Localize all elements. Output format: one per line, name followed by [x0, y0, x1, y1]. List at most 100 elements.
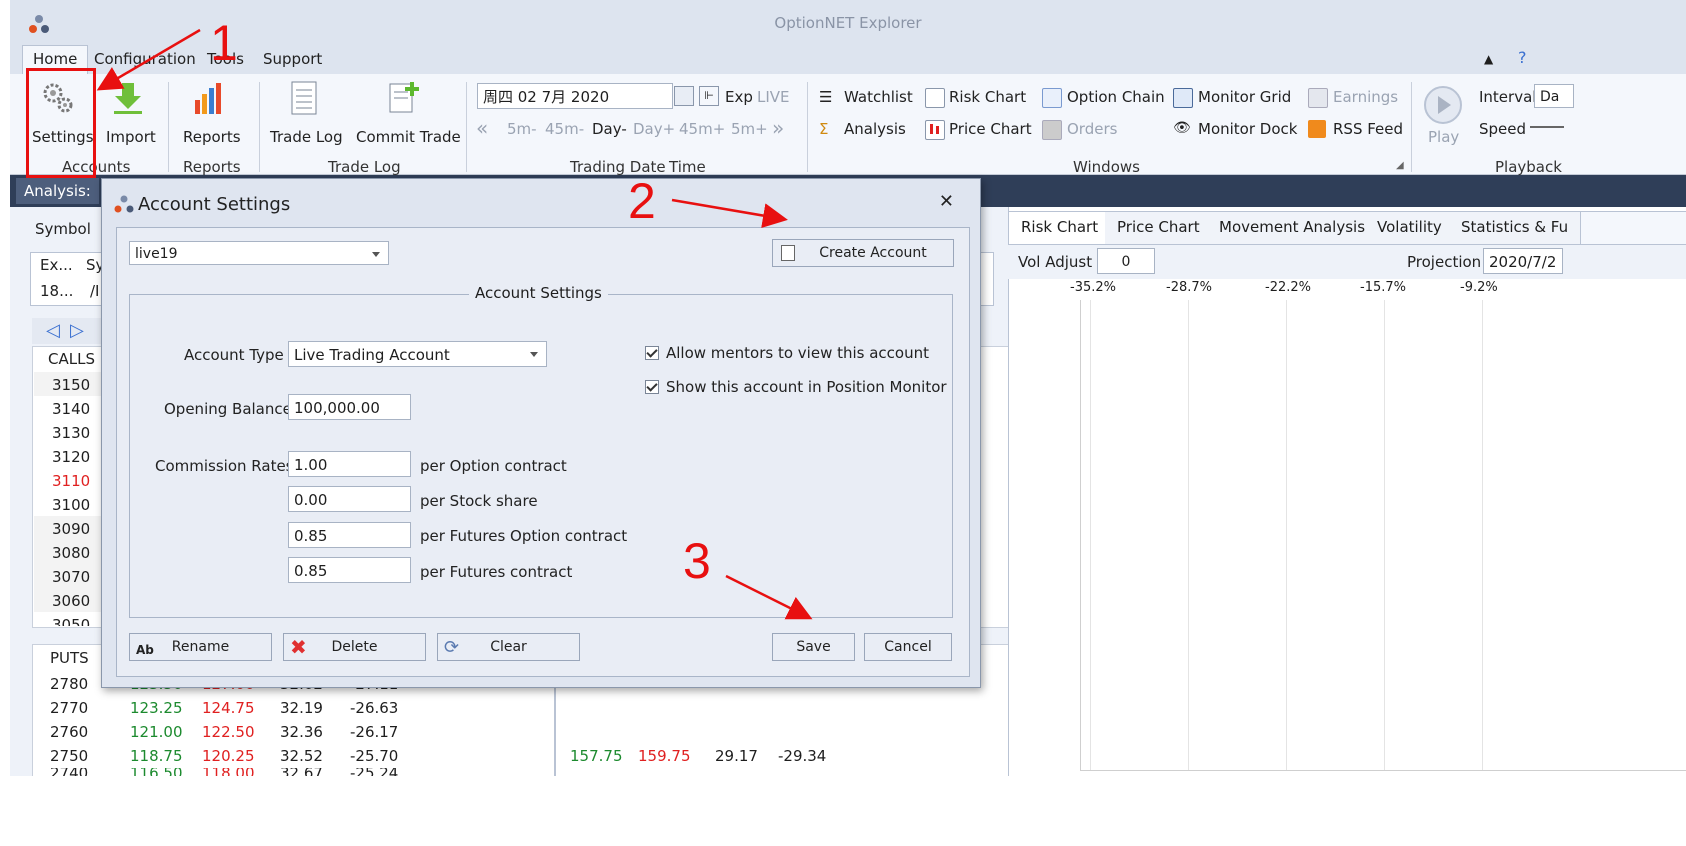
tab-support[interactable]: Support [263, 50, 322, 68]
put-strike[interactable]: 2740 [50, 768, 88, 776]
chart-gridline [1286, 300, 1287, 770]
opening-balance-input[interactable]: 100,000.00 [288, 394, 411, 420]
play-button[interactable]: Play [1428, 128, 1459, 146]
step-forward-fast-icon[interactable]: » [772, 116, 784, 140]
put-strike[interactable]: 2780 [50, 675, 88, 693]
step-45m-back[interactable]: 45m- [545, 120, 584, 138]
tab-movement-analysis[interactable]: Movement Analysis [1207, 212, 1379, 244]
option-chain-icon [1042, 88, 1062, 108]
put-ask-right[interactable]: 159.75 [638, 747, 691, 765]
tab-price-chart[interactable]: Price Chart [1105, 212, 1213, 244]
put-ask[interactable]: 118.00 [202, 768, 255, 776]
create-account-button[interactable]: Create Account [772, 239, 954, 267]
put-bid[interactable]: 123.25 [130, 699, 183, 717]
allow-mentors-checkbox[interactable] [645, 346, 659, 360]
futures-option-commission-input[interactable]: 0.85 [288, 522, 411, 548]
account-select-value: live19 [135, 246, 178, 262]
call-strike[interactable]: 3080 [52, 544, 90, 562]
step-45m-forward[interactable]: 45m+ [679, 120, 725, 138]
import-button[interactable]: Import [106, 128, 156, 146]
stock-commission-input[interactable]: 0.00 [288, 486, 411, 512]
put-bid[interactable]: 116.50 [130, 768, 183, 776]
analysis-workspace-tab[interactable]: Analysis: [16, 178, 99, 204]
trading-date-input[interactable]: 周四 02 7月 2020 [477, 83, 673, 109]
exp-toggle-icon[interactable]: ⊩ [699, 86, 719, 106]
step-day-back[interactable]: Day- [592, 120, 627, 138]
help-icon[interactable]: ? [1518, 48, 1527, 67]
commit-trade-icon [389, 82, 419, 113]
call-strike[interactable]: 3090 [52, 520, 90, 538]
group-title: Account Settings [469, 284, 608, 302]
put-bid[interactable]: 121.00 [130, 723, 183, 741]
allow-mentors-label[interactable]: Allow mentors to view this account [666, 344, 929, 362]
call-strike-atm[interactable]: 3110 [52, 472, 90, 490]
tab-risk-chart[interactable]: Risk Chart [1009, 212, 1112, 244]
commit-trade-button[interactable]: Commit Trade [356, 128, 461, 146]
analysis-sigma-icon: Σ [819, 120, 829, 138]
collapse-ribbon-icon[interactable]: ▲ [1484, 52, 1493, 66]
new-document-icon [781, 245, 795, 261]
show-in-monitor-checkbox[interactable] [645, 380, 659, 394]
price-chart-button[interactable]: Price Chart [949, 120, 1032, 138]
clear-button[interactable]: ⟳ Clear [437, 633, 580, 661]
orders-button[interactable]: Orders [1067, 120, 1117, 138]
calendar-icon[interactable] [674, 86, 694, 106]
option-commission-input[interactable]: 1.00 [288, 451, 411, 477]
delete-button[interactable]: ✖ Delete [283, 633, 426, 661]
earnings-button[interactable]: Earnings [1333, 88, 1398, 106]
call-strike[interactable]: 3130 [52, 424, 90, 442]
put-bid[interactable]: 118.75 [130, 747, 183, 765]
step-back-fast-icon[interactable]: « [476, 116, 488, 140]
rss-feed-button[interactable]: RSS Feed [1333, 120, 1403, 138]
projection-date-input[interactable]: 2020/7/2 [1483, 248, 1563, 274]
windows-expand-icon[interactable]: ◢ [1396, 160, 1404, 171]
chain-prev-icon[interactable]: ◁ [46, 320, 60, 341]
step-5m-forward[interactable]: 5m+ [731, 120, 768, 138]
option-chain-button[interactable]: Option Chain [1067, 88, 1165, 106]
put-ask[interactable]: 120.25 [202, 747, 255, 765]
call-strike[interactable]: 3120 [52, 448, 90, 466]
step-day-forward[interactable]: Day+ [633, 120, 675, 138]
show-in-monitor-label[interactable]: Show this account in Position Monitor [666, 378, 947, 396]
account-select[interactable]: live19 [129, 241, 389, 265]
put-strike[interactable]: 2770 [50, 699, 88, 717]
vol-adjust-input[interactable]: 0 [1097, 248, 1155, 274]
analysis-button[interactable]: Analysis [844, 120, 906, 138]
put-ask[interactable]: 124.75 [202, 699, 255, 717]
rename-button[interactable]: Ab Rename [129, 633, 272, 661]
tab-statistics[interactable]: Statistics & Fu [1449, 212, 1582, 244]
save-button[interactable]: Save [772, 633, 855, 661]
ribbon-separator [168, 82, 169, 172]
call-strike[interactable]: 3140 [52, 400, 90, 418]
call-strike[interactable]: 3070 [52, 568, 90, 586]
put-strike[interactable]: 2760 [50, 723, 88, 741]
chain-next-icon[interactable]: ▷ [70, 320, 84, 341]
call-strike[interactable]: 3100 [52, 496, 90, 514]
monitor-grid-button[interactable]: Monitor Grid [1198, 88, 1291, 106]
put-strike[interactable]: 2750 [50, 747, 88, 765]
monitor-dock-button[interactable]: Monitor Dock [1198, 120, 1297, 138]
put-ask[interactable]: 122.50 [202, 723, 255, 741]
exp-label[interactable]: Exp [725, 88, 753, 106]
speed-slider[interactable] [1530, 126, 1564, 128]
watchlist-button[interactable]: Watchlist [844, 88, 913, 106]
close-icon[interactable]: ✕ [939, 191, 954, 212]
reports-button[interactable]: Reports [183, 128, 241, 146]
tab-volatility[interactable]: Volatility [1365, 212, 1455, 244]
put-bid-right[interactable]: 157.75 [570, 747, 623, 765]
risk-chart-button[interactable]: Risk Chart [949, 88, 1026, 106]
trade-log-button[interactable]: Trade Log [270, 128, 343, 146]
call-strike[interactable]: 3050 [52, 616, 90, 626]
chart-gridline [1482, 300, 1483, 770]
call-strike[interactable]: 3060 [52, 592, 90, 610]
tab-configuration[interactable]: Configuration [94, 50, 196, 68]
play-icon[interactable] [1424, 86, 1462, 124]
account-type-select[interactable]: Live Trading Account [288, 341, 547, 367]
step-5m-back[interactable]: 5m- [507, 120, 537, 138]
risk-chart-icon [925, 88, 945, 108]
cancel-button[interactable]: Cancel [864, 633, 952, 661]
futures-commission-input[interactable]: 0.85 [288, 557, 411, 583]
call-strike[interactable]: 3150 [52, 376, 90, 394]
live-label[interactable]: LIVE [757, 88, 790, 106]
interval-input[interactable]: Da [1534, 84, 1574, 108]
